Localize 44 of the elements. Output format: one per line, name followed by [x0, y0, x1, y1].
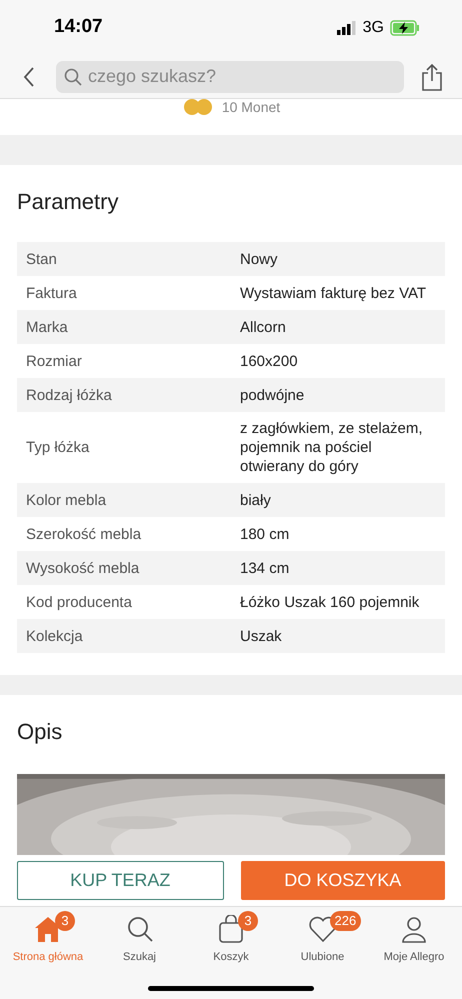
- parameter-name: Rozmiar: [25, 352, 83, 370]
- search-icon: [64, 68, 82, 86]
- signal-icon: [336, 20, 357, 34]
- parameter-value: 160x200: [240, 352, 299, 370]
- buy-now-button[interactable]: KUP TERAZ: [17, 861, 224, 900]
- parameter-value: Allcorn: [240, 318, 287, 336]
- status-time: 14:07: [54, 15, 103, 40]
- parameter-name: Marka: [25, 318, 69, 336]
- parameter-name: Wysokość mebla: [25, 558, 140, 578]
- parameter-value: Łóżko Uszak 160 pojemnik: [240, 592, 420, 612]
- parameter-value: Nowy: [240, 250, 279, 268]
- search-bar[interactable]: czego szukasz?: [56, 60, 404, 92]
- coins-icon: [182, 99, 214, 115]
- coins-label: 10 Monet: [222, 99, 280, 115]
- search-icon: [126, 915, 154, 943]
- shopping-bag-icon: [218, 915, 244, 943]
- parameter-name: Typ łóżka: [25, 438, 90, 457]
- tab-bar-item[interactable]: Moje Allegro: [370, 915, 458, 966]
- parameter-name: Kod producenta: [25, 592, 133, 612]
- parameter-name: Faktura: [25, 284, 78, 302]
- count-badge: 3: [238, 911, 258, 931]
- section-title: Opis: [17, 718, 64, 746]
- parameter-name: Szerokość mebla: [25, 524, 142, 544]
- parameter-value: biały: [240, 490, 272, 510]
- parameter-name: Rodzaj łóżka: [25, 386, 113, 404]
- parameter-value: z zagłówkiem, ze stelażem, pojemnik na pościel otwierany do góry: [240, 419, 424, 476]
- section-title: Parametry: [17, 188, 120, 216]
- parameter-value: 180 cm: [240, 524, 290, 544]
- count-badge: 226: [330, 911, 362, 931]
- parameter-value: Uszak: [240, 626, 283, 646]
- parameter-name: Kolekcja: [25, 626, 84, 646]
- parameter-value: Wystawiam fakturę bez VAT: [240, 284, 428, 302]
- parameter-value: podwójne: [240, 386, 306, 404]
- count-badge: 3: [55, 911, 75, 931]
- person-icon: [400, 915, 428, 943]
- battery-charging-icon: [390, 20, 420, 36]
- parameter-name: Kolor mebla: [25, 490, 108, 510]
- back-icon: [23, 66, 35, 86]
- network-type: 3G: [362, 18, 384, 38]
- parameter-name: Stan: [25, 250, 58, 268]
- share-icon: [421, 62, 443, 90]
- share-button[interactable]: [420, 62, 444, 92]
- parameter-value: 134 cm: [240, 558, 290, 578]
- tab-bar-item[interactable]: Szukaj: [96, 915, 184, 966]
